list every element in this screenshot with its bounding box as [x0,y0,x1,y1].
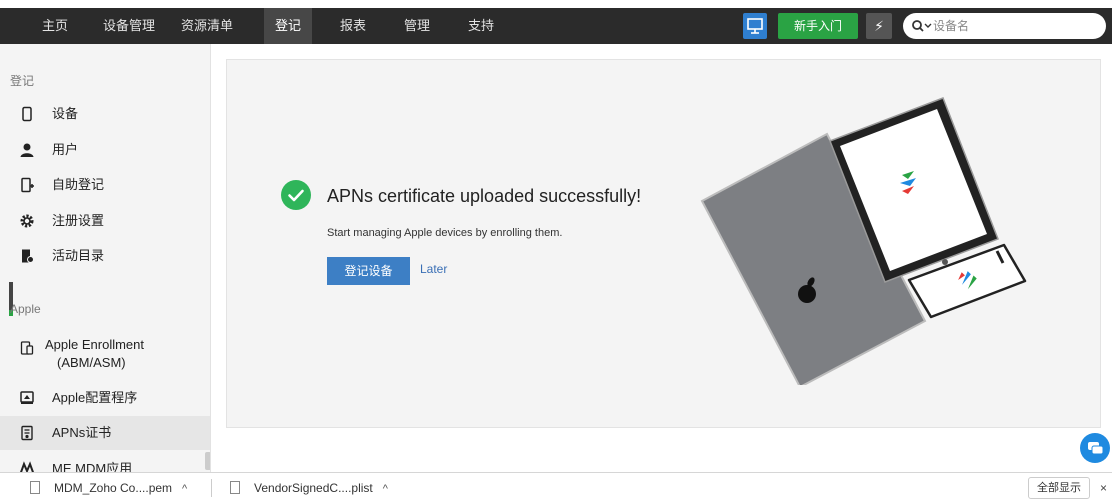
file-icon [230,481,240,494]
nav-tab-admin[interactable]: 管理 [394,8,440,44]
configurator-icon [20,391,34,404]
sidebar-scrollbar[interactable] [205,452,210,470]
later-link[interactable]: Later [420,262,447,276]
sidebar-item-label: ME MDM应用 [52,461,133,472]
mdm-app-icon [20,461,34,472]
close-icon[interactable]: × [1100,473,1107,502]
label-line: Apple Enrollment [45,337,144,352]
sidebar-item-label: Apple Enrollment (ABM/ASM) [45,336,144,372]
chevron-up-icon[interactable]: ^ [383,483,388,495]
sidebar-item-label: 自助登记 [52,177,105,192]
search-icon [912,20,932,32]
monitor-icon [747,18,763,34]
file-icon [30,481,40,494]
download-bar: MDM_Zoho Co....pem ^ VendorSignedC....pli… [0,472,1112,502]
search-input[interactable] [933,16,1098,36]
sidebar-item-label: APNs证书 [52,425,112,440]
user-icon [20,143,34,157]
phone-icon [22,106,32,122]
sidebar-item-apple-enrollment[interactable]: Apple Enrollment (ABM/ASM) [0,330,210,378]
top-nav-bar: 主页 设备管理 资源清单 登记 报表 管理 支持 新手入门 ⚡ [0,8,1112,44]
app-window: 主页 设备管理 资源清单 登记 报表 管理 支持 新手入门 ⚡ 设备名 登记 设… [0,0,1112,502]
nav-tab-enrollment[interactable]: 登记 [264,8,312,44]
nav-tab-inventory[interactable]: 资源清单 [174,8,240,44]
directory-icon [22,249,34,263]
chat-icon [1088,442,1104,455]
sidebar-item-users[interactable]: 用户 [0,133,210,167]
sidebar-item-label: 设备 [52,106,79,121]
download-item-plist[interactable]: VendorSignedC....plist ^ [230,473,388,502]
sidebar-section-enroll: 登记 [10,74,35,88]
device-search-box[interactable] [903,13,1106,39]
nav-tab-device-management[interactable]: 设备管理 [98,8,160,44]
getting-started-button[interactable]: 新手入门 [778,13,858,39]
nav-tab-reports[interactable]: 报表 [330,8,376,44]
apple-enrollment-icon [20,341,34,355]
nav-tab-support[interactable]: 支持 [458,8,504,44]
success-title: APNs certificate uploaded successfully! [327,186,642,206]
sidebar-item-apple-configurator[interactable]: Apple配置程序 [0,381,210,415]
certificate-icon [21,425,33,441]
show-all-downloads-button[interactable]: 全部显示 [1028,477,1090,499]
download-item-pem[interactable]: MDM_Zoho Co....pem ^ [30,473,187,502]
chevron-up-icon[interactable]: ^ [182,483,187,495]
nav-tab-home[interactable]: 主页 [32,8,78,44]
label-line: (ABM/ASM) [57,355,126,370]
sidebar-item-apns-certificate[interactable]: APNs证书 [0,416,210,450]
divider [211,479,212,497]
sidebar-item-label: Apple配置程序 [52,390,138,405]
sidebar: 登记 设备 用户 自助登记 注册设置 活动目录 Apple Apple Enro… [0,44,211,472]
success-check-icon [281,180,311,210]
sidebar-item-active-directory[interactable]: 活动目录 [0,239,210,273]
lightning-icon: ⚡ [874,18,884,34]
apns-success-panel: APNs certificate uploaded successfully! … [226,59,1101,428]
sidebar-item-enrollment-settings[interactable]: 注册设置 [0,204,210,238]
apple-devices-illustration [700,97,1027,385]
download-filename: VendorSignedC....plist [254,481,373,495]
chat-support-button[interactable] [1080,433,1110,463]
download-filename: MDM_Zoho Co....pem [54,481,173,495]
success-subtitle: Start managing Apple devices by enrollin… [327,227,563,239]
remote-screen-button[interactable] [743,13,767,39]
quick-actions-button[interactable]: ⚡ [866,13,892,39]
sidebar-section-apple: Apple [10,302,41,316]
enroll-devices-button[interactable]: 登记设备 [327,257,410,285]
sidebar-item-label: 注册设置 [52,213,105,228]
sidebar-item-self-enrollment[interactable]: 自助登记 [0,168,210,202]
sidebar-item-devices[interactable]: 设备 [0,97,210,131]
sidebar-item-mdm-app[interactable]: ME MDM应用 [0,452,210,472]
sidebar-item-label: 活动目录 [52,248,105,263]
self-enroll-icon [21,177,34,193]
sidebar-item-label: 用户 [52,142,79,157]
gear-icon [20,214,34,228]
